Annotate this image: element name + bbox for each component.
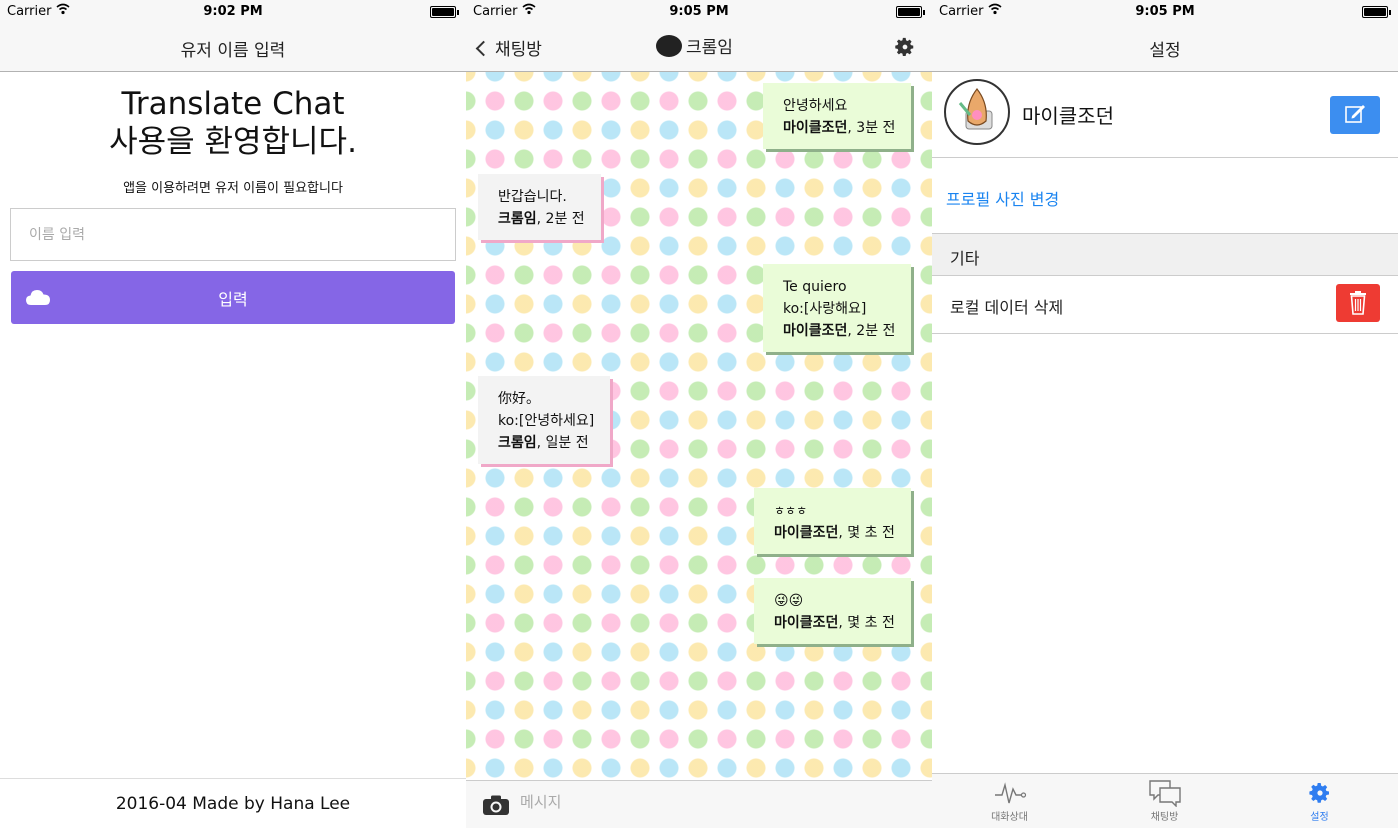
avatar [944, 79, 1010, 145]
message-meta: 마이클조던, 몇 초 전 [774, 615, 895, 631]
tab-label: 설정 [1310, 812, 1329, 823]
delete-data-button[interactable] [1336, 284, 1380, 322]
tab-bar: 대화상대 채팅방 설정 [932, 773, 1398, 828]
message-meta: 크롬임, 일분 전 [498, 435, 589, 451]
delete-data-row: 로컬 데이터 삭제 [932, 276, 1398, 334]
settings-screen: Carrier 9:05 PM 설정 마이클조던 프로필 사진 변경 기타 로컬… [932, 0, 1398, 828]
tab-label: 대화상대 [991, 812, 1028, 823]
chevron-left-icon [475, 40, 492, 57]
status-time: 9:05 PM [1135, 4, 1195, 19]
avatar-image [958, 88, 993, 130]
profile-row: 마이클조던 [932, 72, 1398, 158]
status-bar: Carrier 9:05 PM [466, 0, 932, 24]
welcome-title: Translate Chat [121, 86, 345, 122]
cloud-icon [26, 290, 50, 305]
gear-icon [1308, 783, 1329, 803]
tab-contacts[interactable]: 대화상대 [932, 774, 1087, 828]
chat-title: 크롬임 [656, 33, 733, 58]
message-text: 😜😜 [774, 593, 804, 609]
camera-icon[interactable] [482, 794, 510, 816]
delete-data-label: 로컬 데이터 삭제 [950, 298, 1064, 317]
message-translation: ko:[사랑해요] [783, 301, 867, 317]
edit-icon [1345, 105, 1365, 123]
message-meta: 마이클조던, 2분 전 [783, 323, 896, 339]
message-text: 你好。 [498, 391, 540, 407]
submit-label: 입력 [218, 289, 248, 309]
message-bubble: 😜😜 마이클조던, 몇 초 전 [754, 578, 911, 644]
tab-chatrooms[interactable]: 채팅방 [1087, 774, 1242, 828]
status-bar: Carrier 9:02 PM [0, 0, 466, 24]
page-title: 설정 [1149, 41, 1181, 61]
chat-bubble-icon [656, 35, 682, 57]
back-label: 채팅방 [495, 40, 542, 60]
message-meta: 마이클조던, 몇 초 전 [774, 525, 895, 541]
message-composer [466, 780, 932, 828]
battery-icon [896, 6, 925, 18]
message-bubble: 반갑습니다. 크롬임, 2분 전 [478, 174, 601, 240]
status-time: 9:05 PM [669, 4, 729, 19]
message-text: Te quiero [783, 279, 847, 295]
message-bubble: 你好。 ko:[안녕하세요] 크롬임, 일분 전 [478, 376, 611, 464]
status-time: 9:02 PM [203, 4, 263, 19]
chat-screen: Carrier 9:05 PM 채팅방 크롬임 안녕하세요 마이클조던, 3분 … [466, 0, 932, 828]
message-bubble: Te quiero ko:[사랑해요] 마이클조던, 2분 전 [763, 264, 912, 352]
profile-name: 마이클조던 [1022, 104, 1114, 128]
message-meta: 마이클조던, 3분 전 [783, 120, 896, 136]
battery-icon [430, 6, 459, 18]
status-bar: Carrier 9:05 PM [932, 0, 1398, 24]
username-input[interactable] [10, 208, 456, 261]
change-photo-link[interactable]: 프로필 사진 변경 [932, 158, 1398, 234]
battery-icon [1362, 6, 1391, 18]
pulse-icon [994, 782, 1026, 804]
instruction-text: 앱을 이용하려면 유저 이름이 필요합니다 [123, 181, 343, 196]
username-screen: Carrier 9:02 PM 유저 이름 입력 Translate Chat … [0, 0, 466, 828]
message-bubble: ㅎㅎㅎ 마이클조던, 몇 초 전 [754, 488, 911, 554]
message-translation: ko:[안녕하세요] [498, 413, 595, 429]
nav-bar: 유저 이름 입력 [0, 24, 466, 72]
message-input[interactable] [520, 793, 900, 811]
section-header: 기타 [932, 234, 1398, 276]
tab-label: 채팅방 [1150, 812, 1179, 823]
welcome-subtitle: 사용을 환영합니다. [109, 124, 357, 160]
nav-bar: 설정 [932, 24, 1398, 72]
message-meta: 크롬임, 2분 전 [498, 211, 585, 227]
nav-bar: 채팅방 크롬임 [466, 24, 932, 72]
edit-profile-button[interactable] [1330, 96, 1380, 134]
message-text: ㅎㅎㅎ [774, 504, 808, 518]
footer: 2016-04 Made by Hana Lee [0, 778, 466, 828]
page-title: 유저 이름 입력 [180, 41, 286, 61]
back-button[interactable]: 채팅방 [474, 35, 542, 60]
chat-bubbles-icon [1148, 780, 1181, 807]
tab-settings[interactable]: 설정 [1242, 774, 1397, 828]
submit-button[interactable]: 입력 [11, 271, 455, 324]
message-text: 반갑습니다. [498, 189, 567, 205]
message-bubble: 안녕하세요 마이클조던, 3분 전 [763, 83, 912, 149]
chat-title-text: 크롬임 [686, 38, 733, 58]
trash-icon [1350, 291, 1366, 315]
message-text: 안녕하세요 [783, 98, 848, 114]
gear-icon[interactable] [894, 36, 916, 58]
